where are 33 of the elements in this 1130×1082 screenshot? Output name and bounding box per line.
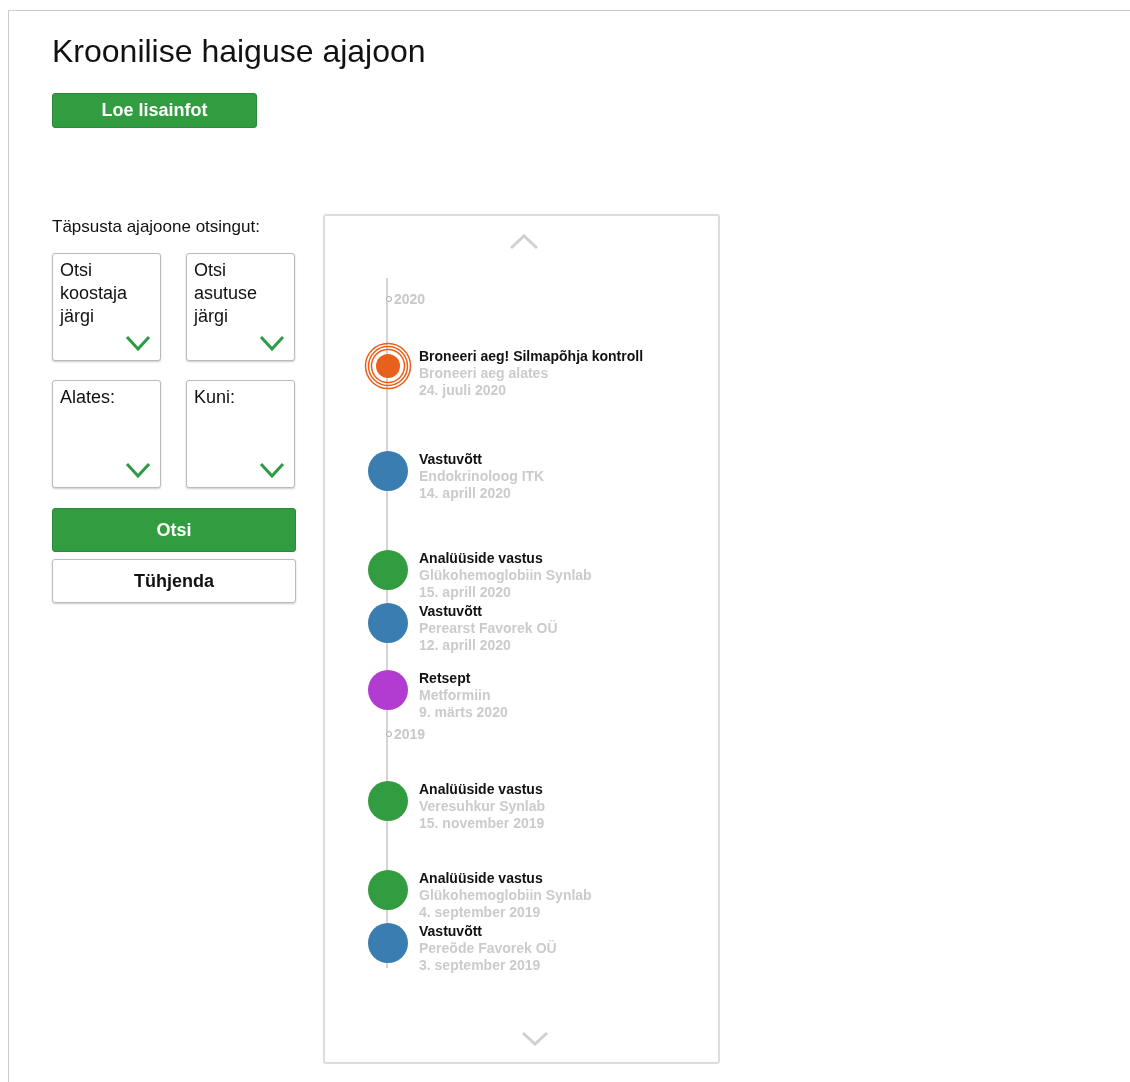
event-title: Analüüside vastus xyxy=(419,781,544,798)
reminder-dot[interactable] xyxy=(364,342,412,390)
filter-dropdown[interactable]: Otsi koostaja järgi xyxy=(52,253,161,361)
clear-button[interactable]: Tühjenda xyxy=(52,559,296,603)
chevron-down-icon xyxy=(125,335,151,351)
reminder-title: Broneeri aeg! Silmapõhja kontroll xyxy=(419,348,644,365)
year-marker-icon xyxy=(386,731,392,737)
event-dot[interactable] xyxy=(368,550,408,590)
event-dot[interactable] xyxy=(368,603,408,643)
filter-dropdown[interactable]: Otsi asutuse järgi xyxy=(186,253,295,361)
search-button[interactable]: Otsi xyxy=(52,508,296,552)
event-title: Vastuvõtt xyxy=(419,603,483,620)
chevron-down-icon xyxy=(259,462,285,478)
event-dot[interactable] xyxy=(368,923,408,963)
info-button[interactable]: Loe lisainfot xyxy=(52,93,257,128)
chevron-down-icon xyxy=(125,462,151,478)
event-dot[interactable] xyxy=(368,670,408,710)
event-title: Vastuvõtt xyxy=(419,923,483,940)
year-marker-icon xyxy=(386,296,392,302)
event-title: Vastuvõtt xyxy=(419,451,483,468)
chevron-down-icon xyxy=(259,335,285,351)
filter-label: Täpsusta ajajoone otsingut: xyxy=(52,217,261,237)
event-dot[interactable] xyxy=(368,870,408,910)
event-title: Retsept xyxy=(419,670,472,687)
chevron-down-icon xyxy=(521,1031,549,1046)
event-title: Analüüside vastus xyxy=(419,870,544,887)
page-title: Kroonilise haiguse ajajoon xyxy=(52,33,427,69)
event-dot[interactable] xyxy=(368,451,408,491)
chevron-up-icon xyxy=(509,234,539,250)
event-dot[interactable] xyxy=(368,781,408,821)
filter-dropdown[interactable]: Kuni: xyxy=(186,380,295,488)
event-title: Analüüside vastus xyxy=(419,550,544,567)
filter-dropdown[interactable]: Alates: xyxy=(52,380,161,488)
